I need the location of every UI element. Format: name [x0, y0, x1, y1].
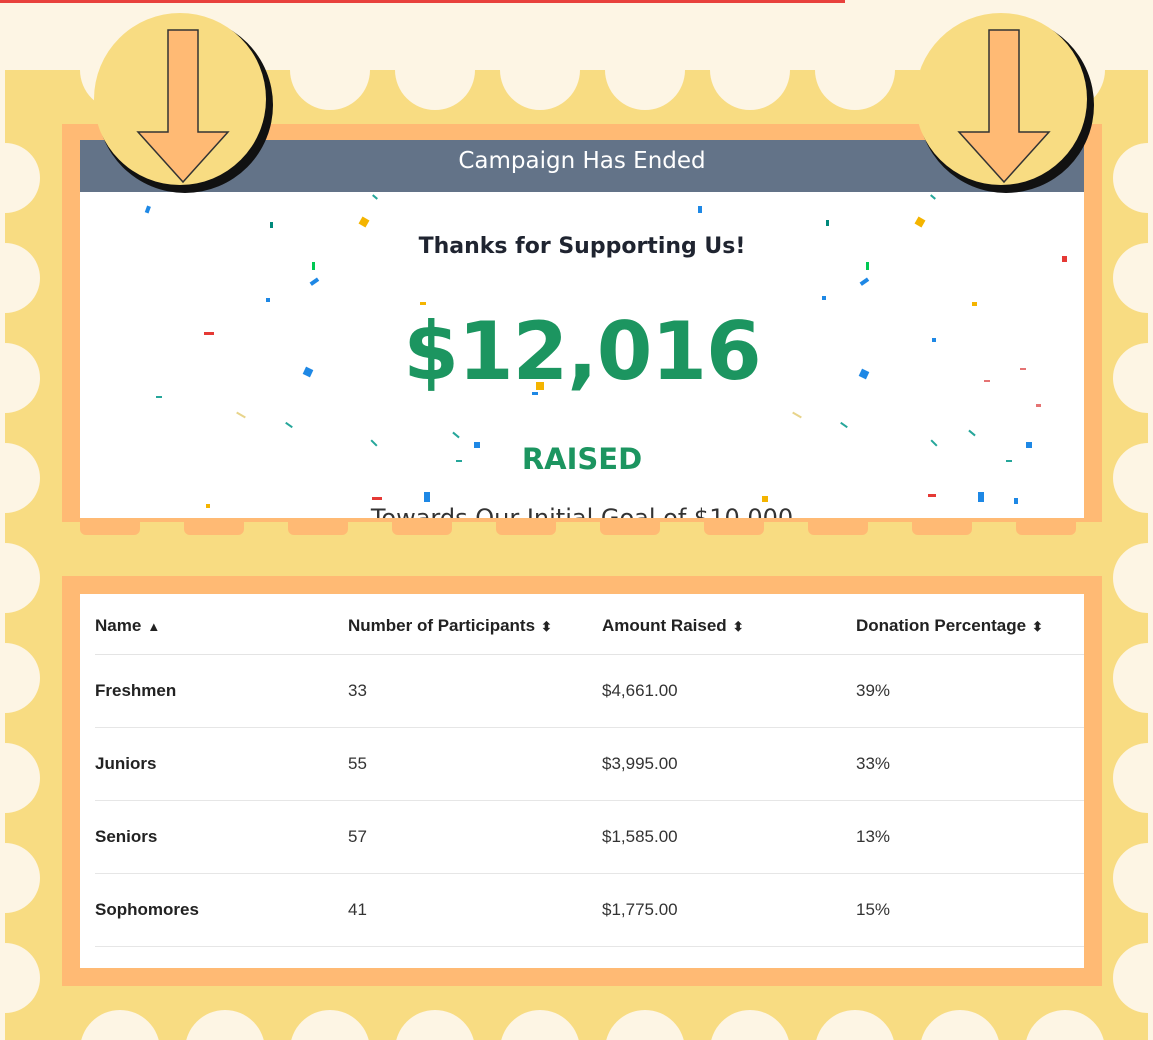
class-breakdown-table: Name ▲ Number of Participants ⬍ Amount Rai… [95, 598, 1084, 947]
goal-text: Towards Our Initial Goal of $10,000 [370, 504, 794, 518]
row-participants: 33 [348, 654, 602, 728]
arrow-down-icon [94, 13, 273, 193]
table-row: Juniors 55 $3,995.00 33% [95, 727, 1084, 801]
row-percentage: 33% [856, 727, 1084, 801]
column-header-name[interactable]: Name ▲ [95, 598, 348, 655]
arrow-down-icon [915, 13, 1094, 193]
row-name: Seniors [95, 800, 348, 874]
row-name: Sophomores [95, 873, 348, 947]
row-amount: $4,661.00 [602, 654, 856, 728]
table-row: Sophomores 41 $1,775.00 15% [95, 873, 1084, 947]
row-participants: 57 [348, 800, 602, 874]
row-percentage: 39% [856, 654, 1084, 728]
row-percentage: 13% [856, 800, 1084, 874]
raised-label: RAISED [521, 442, 643, 476]
thanks-message: Thanks for Supporting Us! [418, 234, 746, 259]
sort-icon[interactable]: ⬍ [733, 619, 744, 634]
column-header-percentage[interactable]: Donation Percentage ⬍ [856, 598, 1084, 655]
row-amount: $1,775.00 [602, 873, 856, 947]
column-header-participants[interactable]: Number of Participants ⬍ [348, 598, 602, 655]
table-row: Seniors 57 $1,585.00 13% [95, 800, 1084, 874]
table-header-row: Name ▲ Number of Participants ⬍ Amount Rai… [95, 598, 1084, 655]
sort-icon[interactable]: ⬍ [1032, 619, 1043, 634]
row-participants: 41 [348, 873, 602, 947]
sort-icon[interactable]: ⬍ [541, 619, 552, 634]
sort-ascending-icon[interactable]: ▲ [147, 619, 160, 634]
column-header-amount[interactable]: Amount Raised ⬍ [602, 598, 856, 655]
row-name: Juniors [95, 727, 348, 801]
row-percentage: 15% [856, 873, 1084, 947]
top-panel-notches [80, 517, 1076, 535]
row-participants: 55 [348, 727, 602, 801]
row-amount: $1,585.00 [602, 800, 856, 874]
row-amount: $3,995.00 [602, 727, 856, 801]
table-row: Freshmen 33 $4,661.00 39% [95, 654, 1084, 728]
class-breakdown-card: Name ▲ Number of Participants ⬍ Amount Rai… [80, 594, 1084, 968]
amount-raised-total: $12,016 [403, 305, 761, 398]
row-name: Freshmen [95, 654, 348, 728]
